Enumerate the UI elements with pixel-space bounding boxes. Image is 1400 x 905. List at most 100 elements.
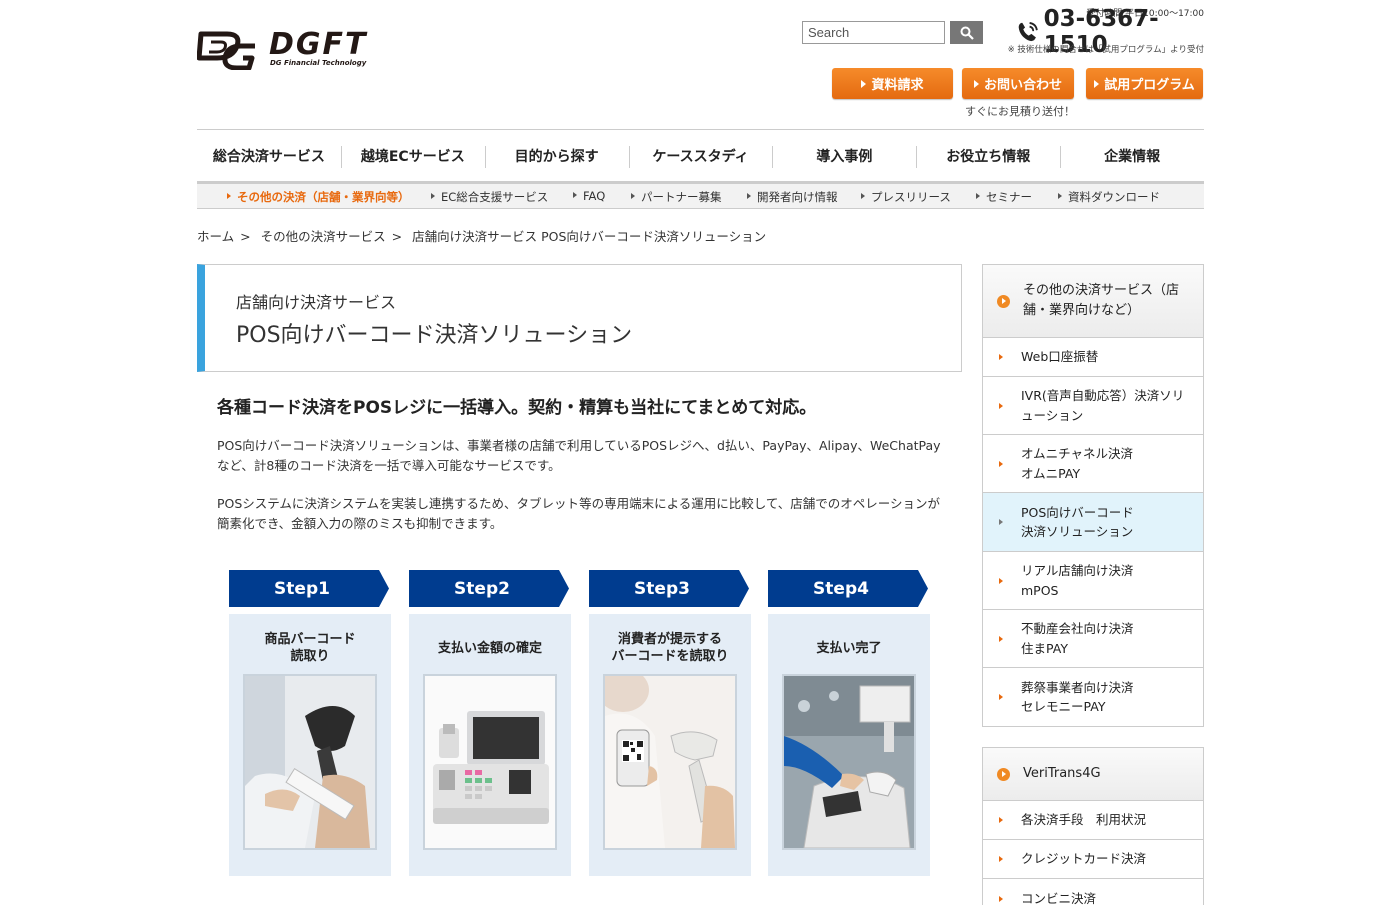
circle-arrow-icon: [997, 767, 1010, 781]
arrow-right-icon: [573, 192, 577, 198]
pos-register-photo: [423, 674, 557, 850]
subnav-download[interactable]: 資料ダウンロード: [1058, 189, 1160, 205]
trial-program-button[interactable]: 試用プログラム: [1086, 68, 1203, 99]
step-number: Step4: [768, 570, 914, 607]
search-button[interactable]: [950, 21, 983, 44]
step-card: Step3 消費者が提示する バーコードを読取り: [589, 570, 751, 876]
sidebar-item-mpos[interactable]: リアル店舗向け決済 mPOS: [983, 552, 1203, 610]
sidebar-item-convenience-store[interactable]: コンビニ決済: [983, 879, 1203, 905]
nav-item-payment-services[interactable]: 総合決済サービス: [197, 130, 341, 182]
subnav-label: セミナー: [986, 190, 1032, 204]
sidebar-item-label: クレジットカード決済: [1021, 851, 1147, 867]
sidebar-item-sumai-pay[interactable]: 不動産会社向け決済 住まPAY: [983, 610, 1203, 668]
sidebar-item-credit-card[interactable]: クレジットカード決済: [983, 840, 1203, 879]
breadcrumb-home[interactable]: ホーム: [197, 229, 234, 244]
nav-item-company[interactable]: 企業情報: [1060, 130, 1204, 182]
subnav-faq[interactable]: FAQ: [573, 189, 605, 203]
nav-item-customer-cases[interactable]: 導入事例: [772, 130, 916, 182]
breadcrumb-other-payments[interactable]: その他の決済サービス: [261, 229, 386, 244]
arrow-right-icon: [999, 354, 1003, 360]
sidebar-item-web-account-transfer[interactable]: Web口座振替: [983, 338, 1203, 377]
sidebar-item-pos-barcode[interactable]: POS向けバーコード 決済ソリューション: [983, 493, 1203, 552]
subnav-label: 開発者向け情報: [757, 190, 838, 204]
breadcrumb-separator: >: [391, 229, 403, 244]
arrow-right-icon: [976, 193, 980, 199]
sidebar-item-label: 各決済手段 利用状況: [1021, 812, 1147, 828]
sidebar-heading-label: VeriTrans4G: [1023, 766, 1101, 781]
sidebar-item-label: 不動産会社向け決済 住まPAY: [1021, 621, 1134, 656]
step-card: Step1 商品バーコード 読取り: [229, 570, 391, 876]
search-icon: [960, 26, 974, 40]
subnav-label: FAQ: [583, 189, 606, 203]
arrow-right-icon: [999, 856, 1003, 862]
tech-inquiry-note: ※ 技術仕様の問合せは「試用プログラム」より受付: [1007, 45, 1204, 55]
nav-item-cross-border-ec[interactable]: 越境ECサービス: [340, 130, 485, 182]
arrow-right-icon: [999, 635, 1003, 642]
arrow-right-icon: [747, 193, 751, 199]
step-arrow-icon: [733, 570, 749, 607]
sidebar-heading[interactable]: その他の決済サービス（店舗・業界向けなど）: [983, 265, 1203, 338]
arrow-right-icon: [861, 79, 867, 88]
nav-item-useful-info[interactable]: お役立ち情報: [916, 130, 1060, 182]
arrow-right-icon: [999, 577, 1003, 584]
subnav-developer-info[interactable]: 開発者向け情報: [747, 189, 838, 205]
step-number: Step2: [409, 570, 555, 607]
subnav-press-release[interactable]: プレスリリース: [861, 189, 951, 205]
search-input[interactable]: [802, 21, 945, 44]
subnav-label: パートナー募集: [641, 190, 722, 204]
arrow-right-icon: [999, 402, 1003, 409]
arrow-right-icon: [1058, 193, 1062, 199]
sidebar-item-usage-status[interactable]: 各決済手段 利用状況: [983, 801, 1203, 840]
sidebar-item-label: コンビニ決済: [1021, 890, 1097, 905]
step-arrow-icon: [373, 570, 389, 607]
logo-tagline: DG Financial Technology: [270, 59, 367, 67]
circle-arrow-icon: [997, 294, 1010, 308]
page-category: 店舗向け決済サービス: [236, 293, 397, 312]
arrow-right-icon: [999, 694, 1003, 700]
sidebar-item-ivr[interactable]: IVR(音声自動応答）決済ソリューション: [983, 377, 1203, 435]
global-nav: 総合決済サービス 越境ECサービス 目的から探す ケーススタディ 導入事例 お役…: [197, 130, 1204, 182]
arrow-right-icon: [431, 193, 435, 199]
nav-item-case-study[interactable]: ケーススタディ: [628, 130, 773, 182]
smartphone-qr-scan-photo: [603, 674, 737, 850]
request-docs-button[interactable]: 資料請求: [832, 68, 953, 99]
benefit-paragraph: POSシステムに決済システムを実装し連携するため、タブレット等の専用端末による運…: [217, 496, 940, 531]
inquiry-button[interactable]: お問い合わせ: [962, 68, 1074, 99]
sidebar-heading[interactable]: VeriTrans4G: [983, 748, 1203, 801]
subnav-label: プレスリリース: [871, 190, 951, 204]
arrow-right-icon: [227, 193, 231, 199]
step-header: Step3: [589, 570, 751, 607]
nav-item-find-by-purpose[interactable]: 目的から探す: [484, 130, 629, 182]
content-headline: 各種コード決済をPOSレジに一括導入。契約・精算も当社にてまとめて対応。: [217, 398, 817, 418]
step-number: Step1: [229, 570, 375, 607]
subnav-label: その他の決済（店舗・業界向等）: [237, 190, 410, 204]
step-header: Step4: [768, 570, 930, 607]
arrow-right-icon: [973, 79, 979, 88]
arrow-right-icon: [1094, 79, 1100, 88]
step-arrow-icon: [553, 570, 569, 607]
arrow-right-icon: [999, 817, 1003, 823]
step-description: 商品バーコード 読取り: [264, 632, 356, 664]
step-body: 支払い金額の確定: [409, 614, 571, 876]
sidebar-item-label: Web口座振替: [1021, 349, 1099, 365]
barcode-scanner-photo: [243, 674, 377, 850]
subnav-ec-support[interactable]: EC総合支援サービス: [431, 189, 548, 205]
step-body: 消費者が提示する バーコードを読取り: [589, 614, 751, 876]
step-header: Step2: [409, 570, 571, 607]
sidebar-item-ceremony-pay[interactable]: 葬祭事業者向け決済 セレモニーPAY: [983, 668, 1203, 726]
step-description: 支払い金額の確定: [437, 640, 542, 656]
logo-wordmark: DGFT: [269, 27, 368, 62]
sidebar-item-omni-pay[interactable]: オムニチャネル決済 オムニPAY: [983, 435, 1203, 493]
subnav-seminar[interactable]: セミナー: [976, 189, 1032, 205]
site-logo[interactable]: DGFT DG Financial Technology: [197, 26, 373, 72]
step-description: 消費者が提示する バーコードを読取り: [611, 632, 729, 664]
step-number: Step3: [589, 570, 735, 607]
sidebar-item-label: IVR(音声自動応答）決済ソリューション: [1021, 388, 1185, 423]
sidebar-item-label: 葬祭事業者向け決済 セレモニーPAY: [1021, 679, 1134, 715]
subnav-other-payments[interactable]: その他の決済（店舗・業界向等）: [227, 189, 410, 205]
subnav-partner-recruitment[interactable]: パートナー募集: [631, 189, 722, 205]
trial-program-label: 試用プログラム: [1104, 78, 1195, 93]
step-body: 支払い完了: [768, 614, 930, 876]
inquiry-label: お問い合わせ: [983, 78, 1062, 93]
step-card: Step4 支払い完了: [768, 570, 930, 876]
